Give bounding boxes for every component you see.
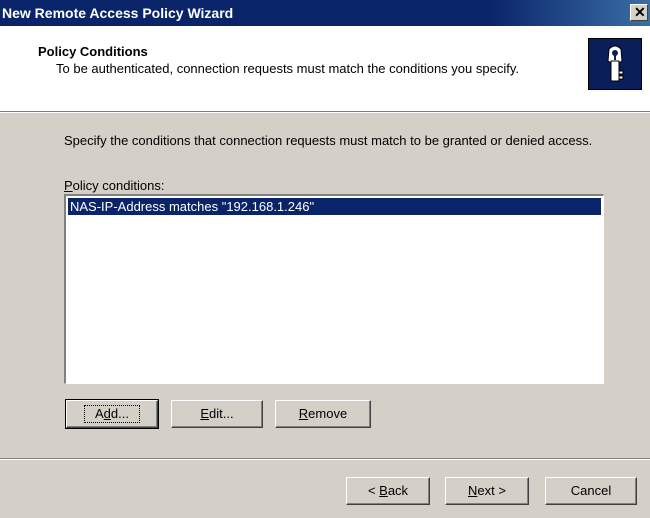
edit-button[interactable]: Edit... (171, 400, 263, 428)
list-item[interactable]: NAS-IP-Address matches "192.168.1.246" (68, 198, 601, 215)
remove-button[interactable]: Remove (275, 400, 371, 428)
add-button-label: Add... (84, 405, 140, 423)
page-subtitle: To be authenticated, connection requests… (56, 61, 519, 76)
accelerator-key: P (64, 178, 73, 193)
close-button[interactable]: ✕ (630, 4, 648, 21)
policy-conditions-list[interactable]: NAS-IP-Address matches "192.168.1.246" (64, 194, 604, 384)
header-divider (0, 112, 650, 113)
next-button[interactable]: Next > (445, 477, 529, 505)
remove-button-label: Remove (298, 406, 348, 421)
add-button[interactable]: Add... (65, 399, 159, 429)
key-lock-icon (588, 38, 642, 90)
close-icon: ✕ (634, 4, 646, 20)
edit-button-label: Edit... (200, 406, 234, 421)
cancel-button[interactable]: Cancel (545, 477, 637, 505)
title-bar: New Remote Access Policy Wizard ✕ (0, 0, 650, 26)
next-button-label: Next > (468, 483, 506, 498)
back-button[interactable]: < Back (346, 477, 430, 505)
wizard-header: Policy Conditions To be authenticated, c… (0, 26, 650, 112)
policy-conditions-label: Policy conditions: (64, 178, 165, 193)
back-button-label: < Back (367, 483, 409, 498)
cancel-button-label: Cancel (570, 483, 612, 498)
page-title: Policy Conditions (38, 44, 148, 59)
window-title: New Remote Access Policy Wizard (2, 5, 234, 21)
instructions-text: Specify the conditions that connection r… (64, 133, 593, 148)
